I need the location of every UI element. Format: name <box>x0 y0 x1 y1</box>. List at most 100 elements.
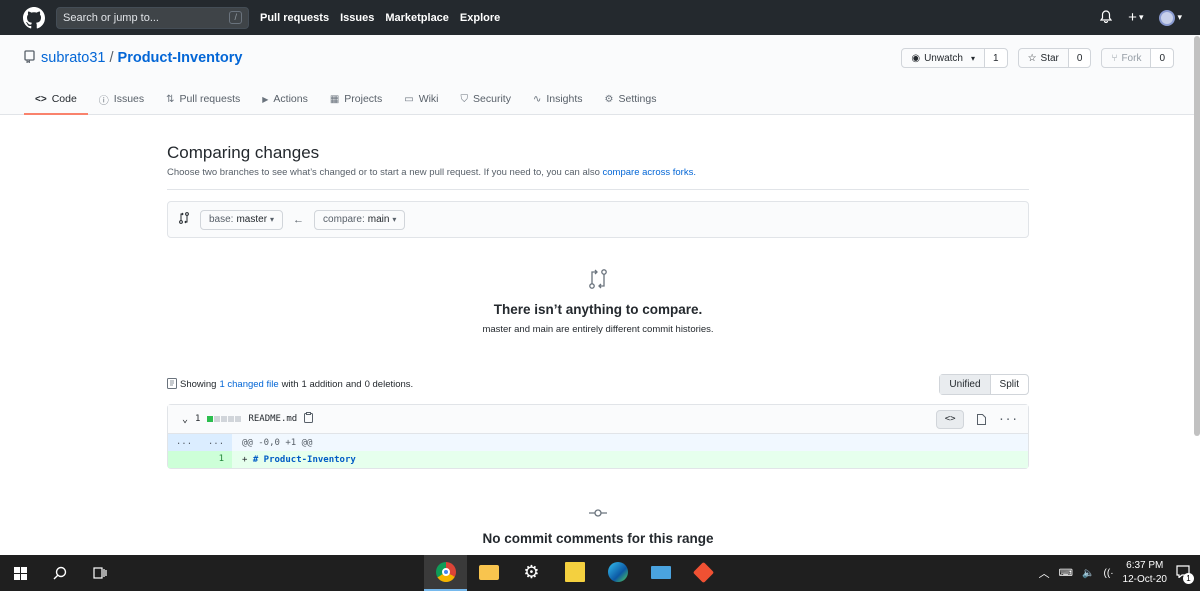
forks-count[interactable]: 0 <box>1151 49 1173 67</box>
pull-request-icon: ⇅ <box>166 93 175 105</box>
repo-separator: / <box>109 50 114 66</box>
file-explorer-app[interactable] <box>467 555 510 591</box>
git-app[interactable] <box>682 555 725 591</box>
stars-count[interactable]: 0 <box>1068 49 1091 67</box>
diff-summary-bar: Showing 1 changed file with 1 addition a… <box>167 374 1029 395</box>
file-changes-count: 1 <box>195 414 201 424</box>
hunk-expand-left[interactable]: ... <box>168 434 200 451</box>
edge-icon <box>607 562 628 582</box>
star-button[interactable]: ☆ Star <box>1019 49 1069 67</box>
blankslate-description: master and main are entirely different c… <box>482 324 714 335</box>
windows-logo-icon <box>13 566 27 580</box>
repo-icon <box>24 50 35 66</box>
wifi-icon[interactable]: ((· <box>1104 568 1114 579</box>
start-button[interactable] <box>0 555 40 591</box>
bell-icon[interactable] <box>1099 9 1113 26</box>
volume-icon[interactable]: 🔈 <box>1082 568 1094 579</box>
monitor-icon <box>650 565 671 579</box>
watchers-count[interactable]: 1 <box>985 49 1007 67</box>
settings-app[interactable]: ⚙ <box>510 555 553 591</box>
clock-time: 6:37 PM <box>1126 560 1164 571</box>
diff-view-toggle: Unified Split <box>939 374 1029 395</box>
repo-title: subrato31 / Product-Inventory <box>24 50 242 66</box>
compare-across-forks-link[interactable]: compare across forks. <box>603 167 696 178</box>
nav-pull-requests[interactable]: Pull requests <box>260 12 329 24</box>
tab-issues[interactable]: ⓘ Issues <box>88 85 155 115</box>
blankslate-title: There isn’t anything to compare. <box>493 302 703 317</box>
nav-marketplace[interactable]: Marketplace <box>385 12 449 24</box>
play-icon: ▶ <box>262 94 269 104</box>
create-new-dropdown[interactable]: + ▾ <box>1128 9 1143 26</box>
tab-actions[interactable]: ▶ Actions <box>251 85 319 115</box>
search-placeholder: Search or jump to... <box>63 11 159 24</box>
compare-main: Comparing changes Choose two branches to… <box>167 115 1029 546</box>
hunk-header: ... ... @@ -0,0 +1 @@ <box>168 434 1028 451</box>
file-name[interactable]: README.md <box>248 414 297 424</box>
clipboard-icon[interactable] <box>304 412 314 426</box>
user-menu[interactable]: ▾ <box>1159 9 1182 26</box>
display-source-button[interactable]: <> <box>936 409 965 429</box>
git-commit-icon <box>167 507 1029 521</box>
commit-comments: No commit comments for this range <box>167 507 1029 546</box>
repo-owner-link[interactable]: subrato31 <box>41 50 106 66</box>
display-rich-diff-button[interactable] <box>970 410 992 429</box>
repo-name-link[interactable]: Product-Inventory <box>118 50 243 66</box>
file-diff: ⌄ 1 README.md <> ··· ... ... @@ -0,0 +1 … <box>167 404 1029 469</box>
hunk-text: @@ -0,0 +1 @@ <box>242 437 313 448</box>
split-button[interactable]: Split <box>991 375 1028 394</box>
unwatch-button-group: ◉ Unwatch ▾ 1 <box>901 48 1008 68</box>
notification-icon[interactable]: 1 <box>1176 565 1194 584</box>
repo-nav: <> Code ⓘ Issues ⇅ Pull requests ▶ Actio… <box>24 85 667 115</box>
page-title: Comparing changes <box>167 143 320 162</box>
clock-date: 12-Oct-20 <box>1122 574 1167 585</box>
repo-actions: ◉ Unwatch ▾ 1 ☆ Star 0 ⑂ Fork 0 <box>901 48 1174 68</box>
file-diff-icon <box>167 377 177 392</box>
desktop-app[interactable] <box>639 555 682 591</box>
nav-explore[interactable]: Explore <box>460 12 500 24</box>
base-branch-select[interactable]: base: master ▾ <box>200 209 284 230</box>
diffstat <box>207 416 242 422</box>
page-description: Choose two branches to see what’s change… <box>167 167 1029 190</box>
chrome-app[interactable] <box>424 555 467 591</box>
tab-code[interactable]: <> Code <box>24 85 88 115</box>
clock[interactable]: 6:37 PM 12-Oct-20 <box>1123 559 1167 587</box>
code-icon: <> <box>35 93 47 105</box>
tab-pull-requests[interactable]: ⇅ Pull requests <box>155 85 251 115</box>
file-header: ⌄ 1 README.md <> ··· <box>168 405 1028 434</box>
new-line-number[interactable]: 1 <box>200 451 232 468</box>
fork-button[interactable]: ⑂ Fork <box>1102 49 1152 67</box>
tab-insights[interactable]: ∿ Insights <box>522 85 594 115</box>
fork-icon: ⑂ <box>1111 52 1118 64</box>
chevron-down-icon: ▾ <box>270 215 275 224</box>
search-input[interactable]: Search or jump to... / <box>56 6 249 29</box>
nav-issues[interactable]: Issues <box>340 12 374 24</box>
unified-button[interactable]: Unified <box>940 375 991 394</box>
page-scrollbar[interactable] <box>1194 36 1200 436</box>
kebab-horizontal-icon[interactable]: ··· <box>998 413 1018 426</box>
keyboard-icon[interactable]: ⌨ <box>1059 568 1073 579</box>
blankslate: There isn’t anything to compare. master … <box>167 268 1029 335</box>
global-nav: Pull requests Issues Marketplace Explore <box>260 12 500 24</box>
gear-icon: ⚙ <box>604 93 614 105</box>
chevron-down-icon[interactable]: ⌄ <box>182 414 188 425</box>
edge-app[interactable] <box>596 555 639 591</box>
sticky-notes-app[interactable] <box>553 555 596 591</box>
tab-settings[interactable]: ⚙ Settings <box>594 85 668 115</box>
compare-branch-select[interactable]: compare: main ▾ <box>314 209 406 230</box>
chevron-down-icon: ▾ <box>970 53 975 63</box>
changed-files-link[interactable]: 1 changed file <box>219 379 278 390</box>
tab-wiki[interactable]: ▭ Wiki <box>393 85 449 115</box>
chevron-down-icon: ▾ <box>1177 12 1182 22</box>
global-header: Search or jump to... / Pull requests Iss… <box>0 0 1200 35</box>
gear-icon: ⚙ <box>523 561 540 582</box>
github-logo-icon[interactable] <box>22 6 46 30</box>
taskbar-apps: ⚙ <box>424 555 725 591</box>
unwatch-button[interactable]: ◉ Unwatch ▾ <box>902 49 985 67</box>
eye-icon: ◉ <box>911 52 921 64</box>
hunk-expand-right[interactable]: ... <box>200 434 232 451</box>
chevron-up-icon[interactable]: ︿ <box>1039 565 1050 581</box>
search-icon[interactable] <box>40 555 80 591</box>
task-view-icon[interactable] <box>80 555 120 591</box>
tab-security[interactable]: ⛉ Security <box>450 85 522 115</box>
tab-projects[interactable]: ▦ Projects <box>319 85 393 115</box>
